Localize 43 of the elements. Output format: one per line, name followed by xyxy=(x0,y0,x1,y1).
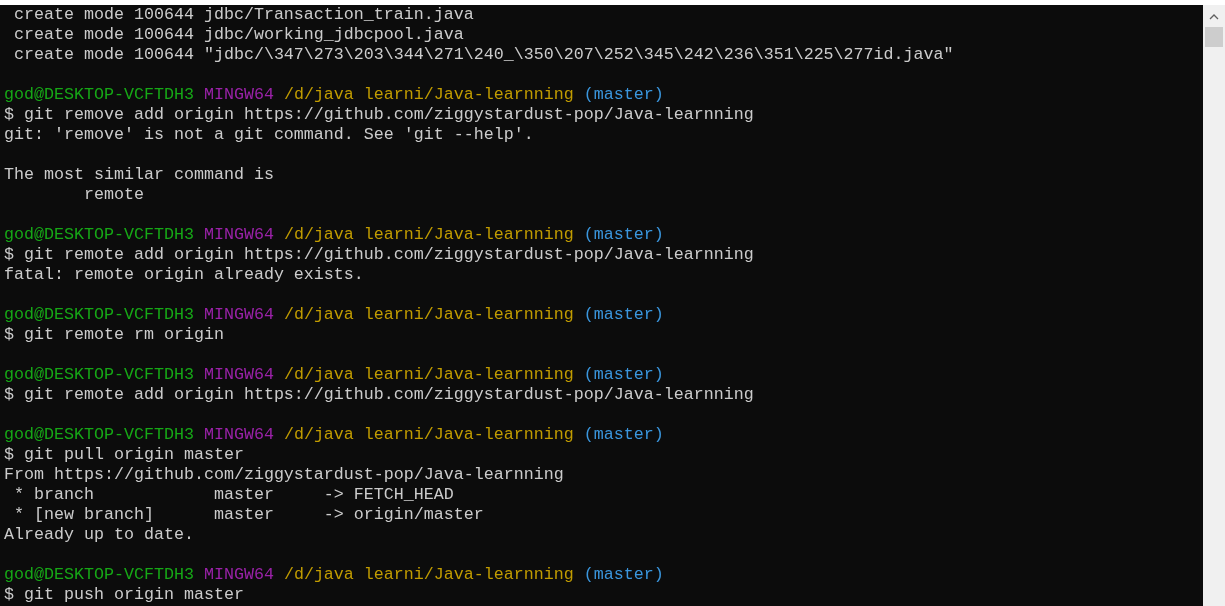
terminal-line: * [new branch] master -> origin/master xyxy=(13,505,484,525)
terminal-line: git: 'remove' is not a git command. See 'git --help'. xyxy=(4,125,534,145)
prompt-branch: (master) xyxy=(583,85,664,104)
prompt-shell: MINGW64 xyxy=(203,225,274,244)
terminal-line: * branch master -> FETCH_HEAD xyxy=(13,485,454,505)
prompt-path: /d/java learni/Java-learnning xyxy=(283,225,574,244)
prompt-user: god@DESKTOP-VCFTDH3 xyxy=(4,85,194,104)
prompt-branch: (master) xyxy=(583,225,664,244)
prompt-shell: MINGW64 xyxy=(203,85,274,104)
prompt-user: god@DESKTOP-VCFTDH3 xyxy=(4,225,194,244)
prompt-user: god@DESKTOP-VCFTDH3 xyxy=(4,425,194,444)
terminal-line: fatal: remote origin already exists. xyxy=(4,265,364,285)
prompt-path: /d/java learni/Java-learnning xyxy=(283,425,574,444)
terminal-line: Already up to date. xyxy=(4,525,194,545)
prompt-user: god@DESKTOP-VCFTDH3 xyxy=(4,565,194,584)
terminal-line: From https://github.com/ziggystardust-pop/Java-learnning xyxy=(4,465,564,485)
prompt-branch: (master) xyxy=(583,425,664,444)
terminal-line: $ git pull origin master xyxy=(4,445,244,465)
terminal-line: $ git remote add origin https://github.com/ziggystardust-pop/Java-learnning xyxy=(4,385,754,405)
prompt-shell: MINGW64 xyxy=(203,425,274,444)
terminal-line: $ git remote rm origin xyxy=(4,325,224,345)
terminal-line: $ git remove add origin https://github.com/ziggystardust-pop/Java-learnning xyxy=(4,105,754,125)
prompt-branch: (master) xyxy=(583,365,664,384)
prompt-path: /d/java learni/Java-learnning xyxy=(283,85,574,104)
prompt-path: /d/java learni/Java-learnning xyxy=(283,305,574,324)
prompt-path: /d/java learni/Java-learnning xyxy=(283,565,574,584)
terminal-line: The most similar command is xyxy=(4,165,274,185)
terminal-line: remote xyxy=(82,185,144,205)
scrollbar[interactable] xyxy=(1203,5,1225,606)
terminal-line: $ git remote add origin https://github.com/ziggystardust-pop/Java-learnning xyxy=(4,245,754,265)
prompt-user: god@DESKTOP-VCFTDH3 xyxy=(4,365,194,384)
terminal-line: create mode 100644 jdbc/working_jdbcpool.java xyxy=(13,25,464,45)
scrollbar-thumb[interactable] xyxy=(1205,27,1223,47)
prompt-shell: MINGW64 xyxy=(203,565,274,584)
terminal-line: $ git push origin master xyxy=(4,585,244,605)
prompt-branch: (master) xyxy=(583,565,664,584)
prompt-branch: (master) xyxy=(583,305,664,324)
prompt-path: /d/java learni/Java-learnning xyxy=(283,365,574,384)
prompt-user: god@DESKTOP-VCFTDH3 xyxy=(4,305,194,324)
prompt-shell: MINGW64 xyxy=(203,305,274,324)
prompt-shell: MINGW64 xyxy=(203,365,274,384)
terminal-line: create mode 100644 "jdbc/\347\273\203\344\271\240_\350\207\252\345\242\236\351\225\277id.java" xyxy=(13,45,954,65)
terminal-line: create mode 100644 jdbc/Transaction_train.java xyxy=(13,5,474,25)
